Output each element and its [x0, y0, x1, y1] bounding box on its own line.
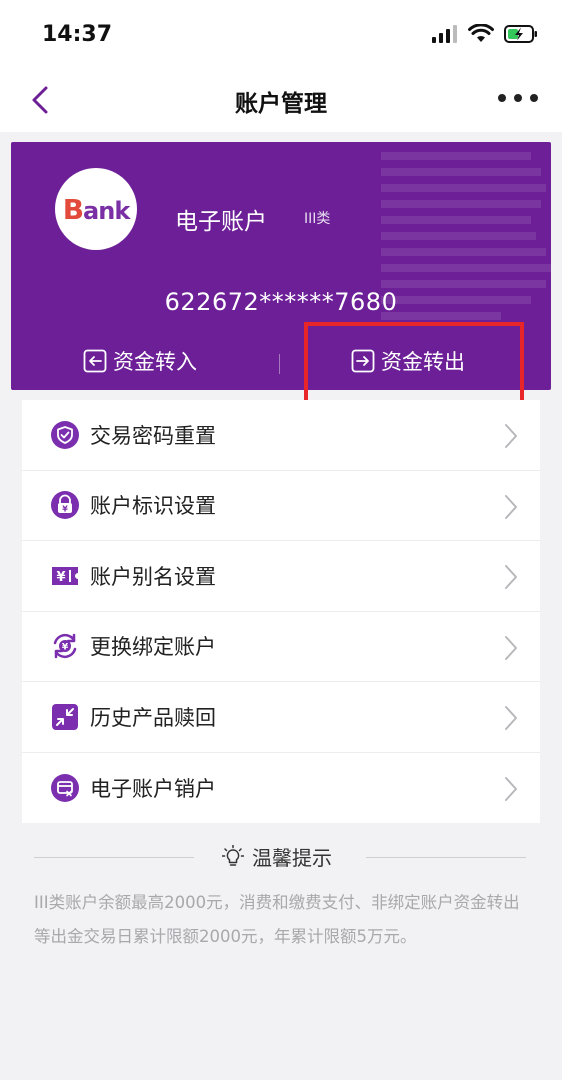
status-bar: 14:37 — [0, 0, 562, 70]
chevron-right-icon — [505, 776, 517, 801]
settings-menu: 交易密码重置 ¥ 账户标识设置 ¥ 账户别名设置 ¥ 更换绑定账户 历史产品赎回… — [22, 400, 540, 823]
menu-item-account-identifier[interactable]: ¥ 账户标识设置 — [22, 471, 540, 541]
account-name: 电子账户 — [175, 209, 267, 235]
menu-item-change-bound-account[interactable]: ¥ 更换绑定账户 — [22, 612, 540, 682]
shield-icon — [51, 420, 79, 449]
nav-bar: 账户管理 — [0, 70, 562, 132]
page-title: 账户管理 — [235, 91, 327, 117]
menu-item-reset-password[interactable]: 交易密码重置 — [22, 400, 540, 471]
bank-logo: Bank — [55, 168, 137, 250]
svg-text:¥: ¥ — [62, 643, 69, 653]
status-time: 14:37 — [42, 22, 113, 47]
transfer-in-icon — [83, 349, 107, 373]
wifi-icon — [468, 24, 494, 42]
svg-text:¥: ¥ — [56, 570, 65, 585]
yuan-ticket-icon: ¥ — [52, 566, 78, 585]
tips-header: 温馨提示 — [34, 836, 526, 876]
menu-item-label: 账户标识设置 — [90, 494, 216, 519]
account-number: 622672******7680 — [164, 288, 398, 316]
signal-icon — [432, 25, 457, 43]
menu-item-label: 电子账户销户 — [90, 776, 216, 801]
transfer-in-label: 资金转入 — [113, 350, 197, 374]
highlight-box — [304, 322, 524, 408]
tips-divider-left — [34, 857, 194, 858]
menu-item-label: 交易密码重置 — [90, 423, 216, 448]
chevron-right-icon — [505, 494, 517, 519]
battery-charging-icon — [504, 25, 537, 43]
tips-title-group: 温馨提示 — [222, 842, 332, 871]
menu-item-label: 账户别名设置 — [90, 564, 216, 589]
chevron-right-icon — [505, 565, 517, 589]
menu-item-label: 历史产品赎回 — [90, 705, 216, 730]
shrink-arrows-icon — [52, 703, 78, 730]
more-options-icon[interactable] — [496, 86, 540, 110]
account-class-badge: III类 — [304, 211, 331, 227]
action-divider — [279, 354, 280, 374]
tips-text: III类账户余额最高2000元，消费和缴费支付、非绑定账户资金转出等出金交易日累… — [34, 893, 520, 946]
menu-item-account-alias[interactable]: ¥ 账户别名设置 — [22, 541, 540, 612]
exchange-yuan-icon: ¥ — [53, 634, 77, 659]
lock-yuan-icon: ¥ — [51, 491, 79, 520]
status-icons — [432, 24, 538, 44]
chevron-right-icon — [505, 635, 517, 660]
card-close-icon — [51, 773, 79, 802]
menu-item-label: 更换绑定账户 — [90, 635, 216, 660]
tips-divider-right — [366, 857, 526, 858]
chevron-right-icon — [505, 424, 517, 448]
menu-item-history-redeem[interactable]: 历史产品赎回 — [22, 682, 540, 753]
chevron-right-icon — [505, 706, 517, 730]
lightbulb-icon — [222, 844, 244, 866]
bank-logo-text: Bank — [62, 192, 131, 226]
svg-text:¥: ¥ — [62, 505, 68, 514]
tips-title: 温馨提示 — [252, 846, 332, 870]
transfer-in-button[interactable]: 资金转入 — [83, 346, 197, 376]
menu-item-close-account[interactable]: 电子账户销户 — [22, 753, 540, 824]
